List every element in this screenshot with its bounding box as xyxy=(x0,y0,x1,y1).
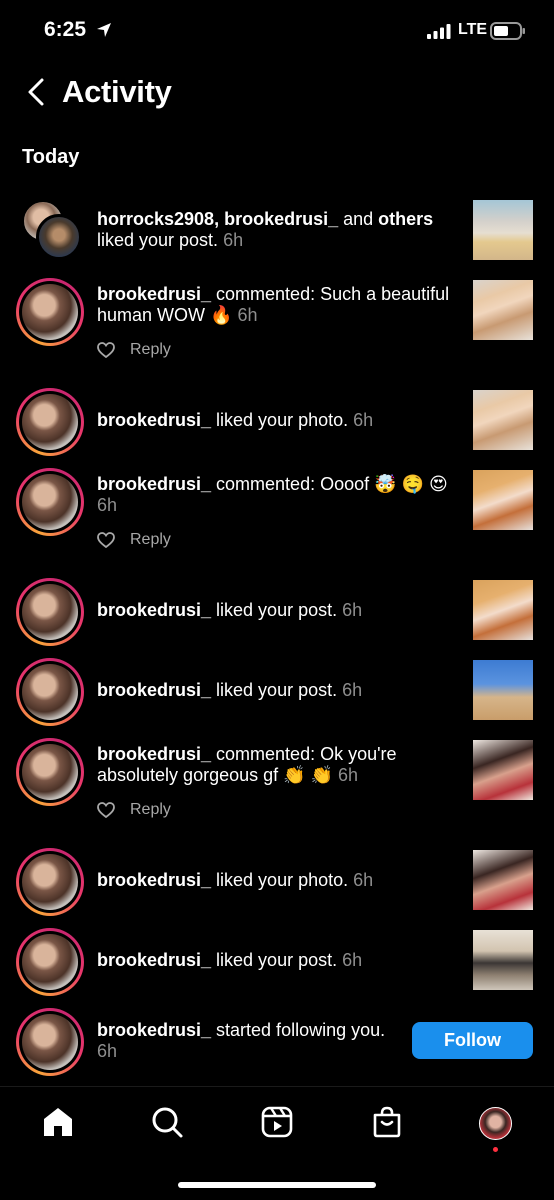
username[interactable]: brookedrusi_ xyxy=(97,600,211,620)
search-icon[interactable] xyxy=(150,1105,184,1139)
activity-text: brookedrusi_ liked your photo. 6h xyxy=(97,870,374,890)
reply-button[interactable]: Reply xyxy=(130,341,171,359)
avatar xyxy=(22,664,78,720)
follow-button[interactable]: Follow xyxy=(412,1022,533,1059)
section-title: Today xyxy=(22,146,80,168)
timestamp: 6h xyxy=(97,495,118,515)
home-indicator[interactable] xyxy=(178,1182,376,1188)
page-title: Activity xyxy=(62,74,172,109)
username[interactable]: brookedrusi_ xyxy=(97,284,211,304)
avatar xyxy=(22,284,78,340)
username[interactable]: brookedrusi_ xyxy=(97,870,211,890)
timestamp: 6h xyxy=(237,305,258,325)
activity-text: brookedrusi_ commented: Such a beautiful… xyxy=(97,284,450,325)
timestamp: 6h xyxy=(342,680,363,700)
avatar xyxy=(22,1014,78,1070)
story-avatar[interactable] xyxy=(16,658,84,726)
post-thumbnail[interactable] xyxy=(473,580,533,640)
post-thumbnail[interactable] xyxy=(473,660,533,720)
reply-row: Reply xyxy=(97,801,171,819)
avatar xyxy=(36,214,82,260)
profile-avatar-tab[interactable] xyxy=(479,1107,512,1140)
activity-text: brookedrusi_ started following you. 6h xyxy=(97,1020,386,1061)
timestamp: 6h xyxy=(342,600,363,620)
story-avatar[interactable] xyxy=(16,468,84,536)
activity-text: brookedrusi_ liked your post. 6h xyxy=(97,680,363,700)
reels-icon[interactable] xyxy=(260,1105,294,1139)
shop-icon[interactable] xyxy=(370,1105,404,1139)
username[interactable]: brookedrusi_ xyxy=(97,680,211,700)
status-time: 6:25 xyxy=(44,18,87,41)
heart-icon[interactable] xyxy=(97,532,115,548)
notification-dot xyxy=(493,1147,498,1152)
activity-text: brookedrusi_ liked your post. 6h xyxy=(97,950,363,970)
avatar-group[interactable] xyxy=(22,200,82,260)
username[interactable]: brookedrusi_ xyxy=(97,744,211,764)
username[interactable]: brookedrusi_ xyxy=(97,950,211,970)
avatar xyxy=(22,584,78,640)
username[interactable]: brookedrusi_ xyxy=(97,410,211,430)
reply-row: Reply xyxy=(97,531,171,549)
battery-icon xyxy=(490,22,525,40)
activity-text: brookedrusi_ commented: Oooof 🤯 🤤 😍 6h xyxy=(97,474,448,515)
reply-button[interactable]: Reply xyxy=(130,801,171,819)
username[interactable]: horrocks2908, brookedrusi_ xyxy=(97,209,338,229)
others-link[interactable]: others xyxy=(378,209,433,229)
post-thumbnail[interactable] xyxy=(473,390,533,450)
story-avatar[interactable] xyxy=(16,388,84,456)
avatar xyxy=(22,474,78,530)
timestamp: 6h xyxy=(353,870,374,890)
story-avatar[interactable] xyxy=(16,738,84,806)
story-avatar[interactable] xyxy=(16,578,84,646)
signal-icon xyxy=(427,24,451,39)
activity-text: brookedrusi_ commented: Ok you're absolu… xyxy=(97,744,397,785)
username[interactable]: brookedrusi_ xyxy=(97,1020,211,1040)
post-thumbnail[interactable] xyxy=(473,740,533,800)
story-avatar[interactable] xyxy=(16,278,84,346)
post-thumbnail[interactable] xyxy=(473,280,533,340)
reply-row: Reply xyxy=(97,341,171,359)
heart-icon[interactable] xyxy=(97,342,115,358)
activity-text: brookedrusi_ liked your post. 6h xyxy=(97,600,363,620)
header: Activity xyxy=(0,62,554,122)
story-avatar[interactable] xyxy=(16,848,84,916)
location-arrow-icon xyxy=(97,23,111,37)
heart-icon[interactable] xyxy=(97,802,115,818)
status-bar: 6:25 LTE xyxy=(0,0,554,62)
post-thumbnail[interactable] xyxy=(473,200,533,260)
activity-text: brookedrusi_ liked your photo. 6h xyxy=(97,410,374,430)
network-label: LTE xyxy=(458,21,488,38)
timestamp: 6h xyxy=(223,230,244,250)
post-thumbnail[interactable] xyxy=(473,930,533,990)
avatar xyxy=(22,394,78,450)
timestamp: 6h xyxy=(97,1041,118,1061)
avatar xyxy=(22,934,78,990)
timestamp: 6h xyxy=(337,765,358,785)
timestamp: 6h xyxy=(342,950,363,970)
avatar xyxy=(22,744,78,800)
avatar xyxy=(22,854,78,910)
username[interactable]: brookedrusi_ xyxy=(97,474,211,494)
story-avatar[interactable] xyxy=(16,1008,84,1076)
post-thumbnail[interactable] xyxy=(473,470,533,530)
story-avatar[interactable] xyxy=(16,928,84,996)
home-icon[interactable] xyxy=(41,1105,75,1139)
activity-text: horrocks2908, brookedrusi_ and others li… xyxy=(97,209,434,250)
post-thumbnail[interactable] xyxy=(473,850,533,910)
back-chevron-icon[interactable] xyxy=(22,76,52,108)
reply-button[interactable]: Reply xyxy=(130,531,171,549)
timestamp: 6h xyxy=(353,410,374,430)
